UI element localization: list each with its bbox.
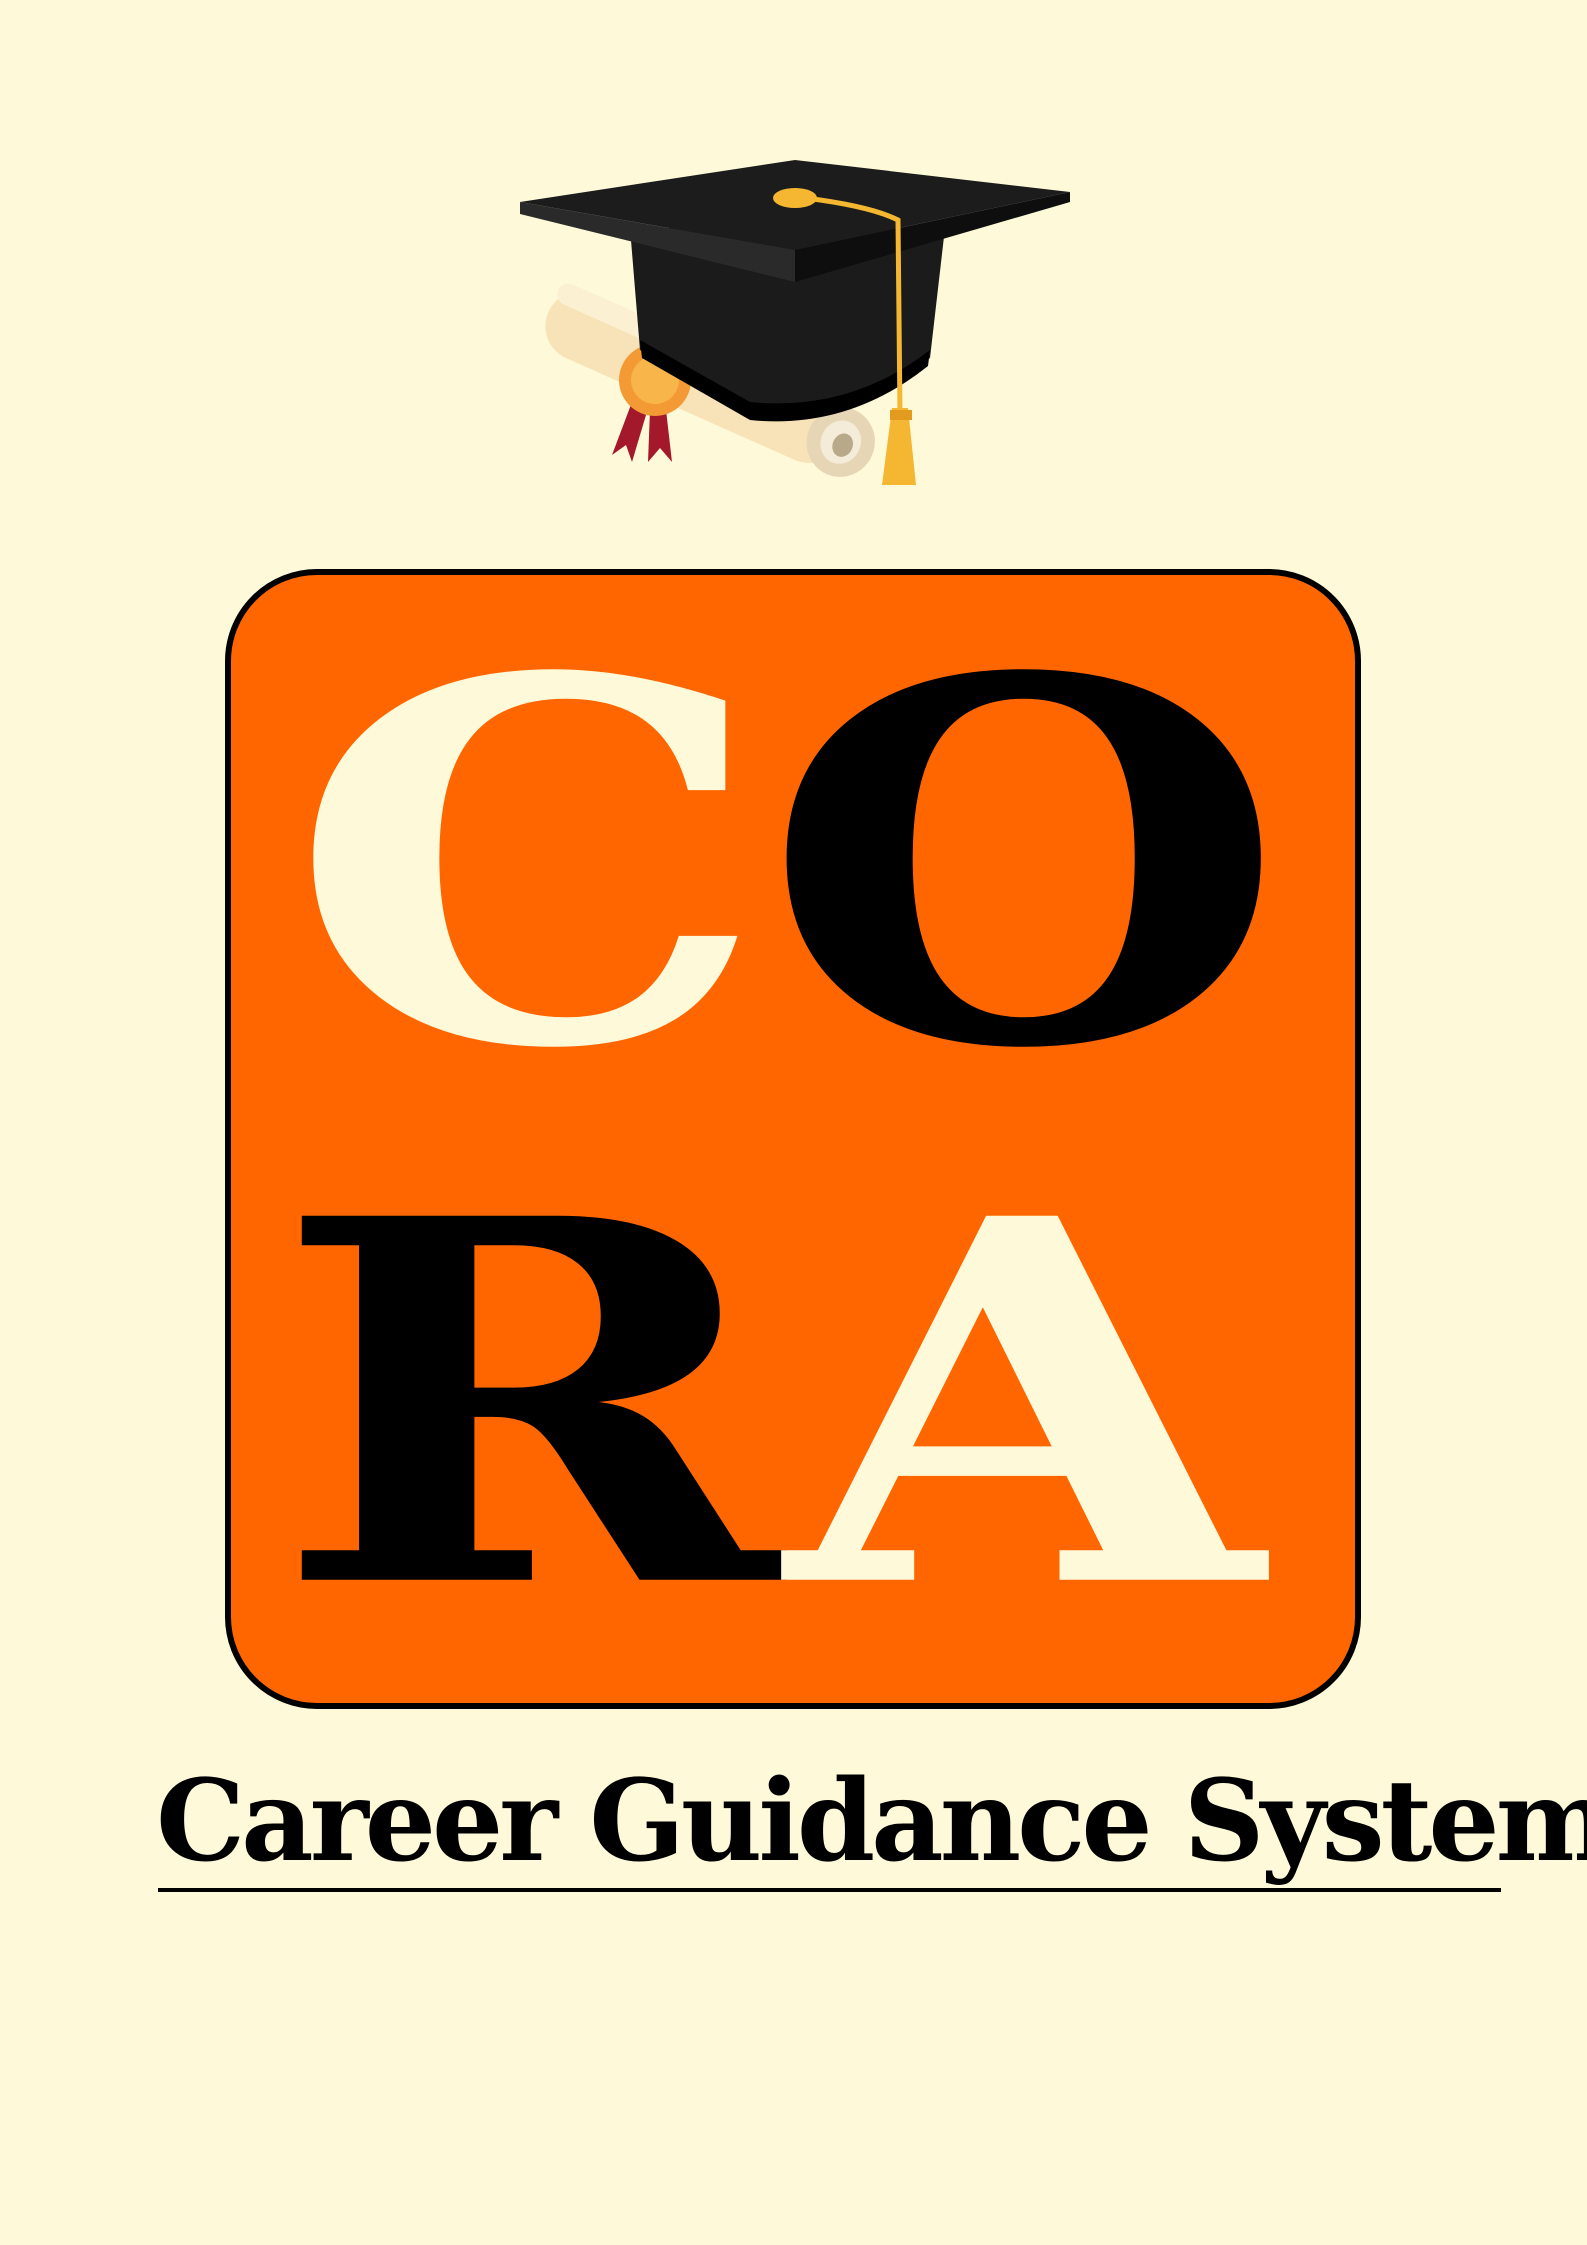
cora-logo: C O R A	[225, 569, 1361, 1709]
page-subtitle: Career Guidance System	[156, 1756, 1587, 1887]
logo-letter-c: C	[287, 571, 769, 1158]
subtitle-underline	[158, 1888, 1501, 1892]
logo-letter-a: A	[785, 1111, 1263, 1698]
graduation-cap-icon	[520, 160, 1070, 485]
page: C O R A Career Guidance System	[0, 0, 1587, 2245]
logo-letter-o: O	[761, 571, 1287, 1158]
